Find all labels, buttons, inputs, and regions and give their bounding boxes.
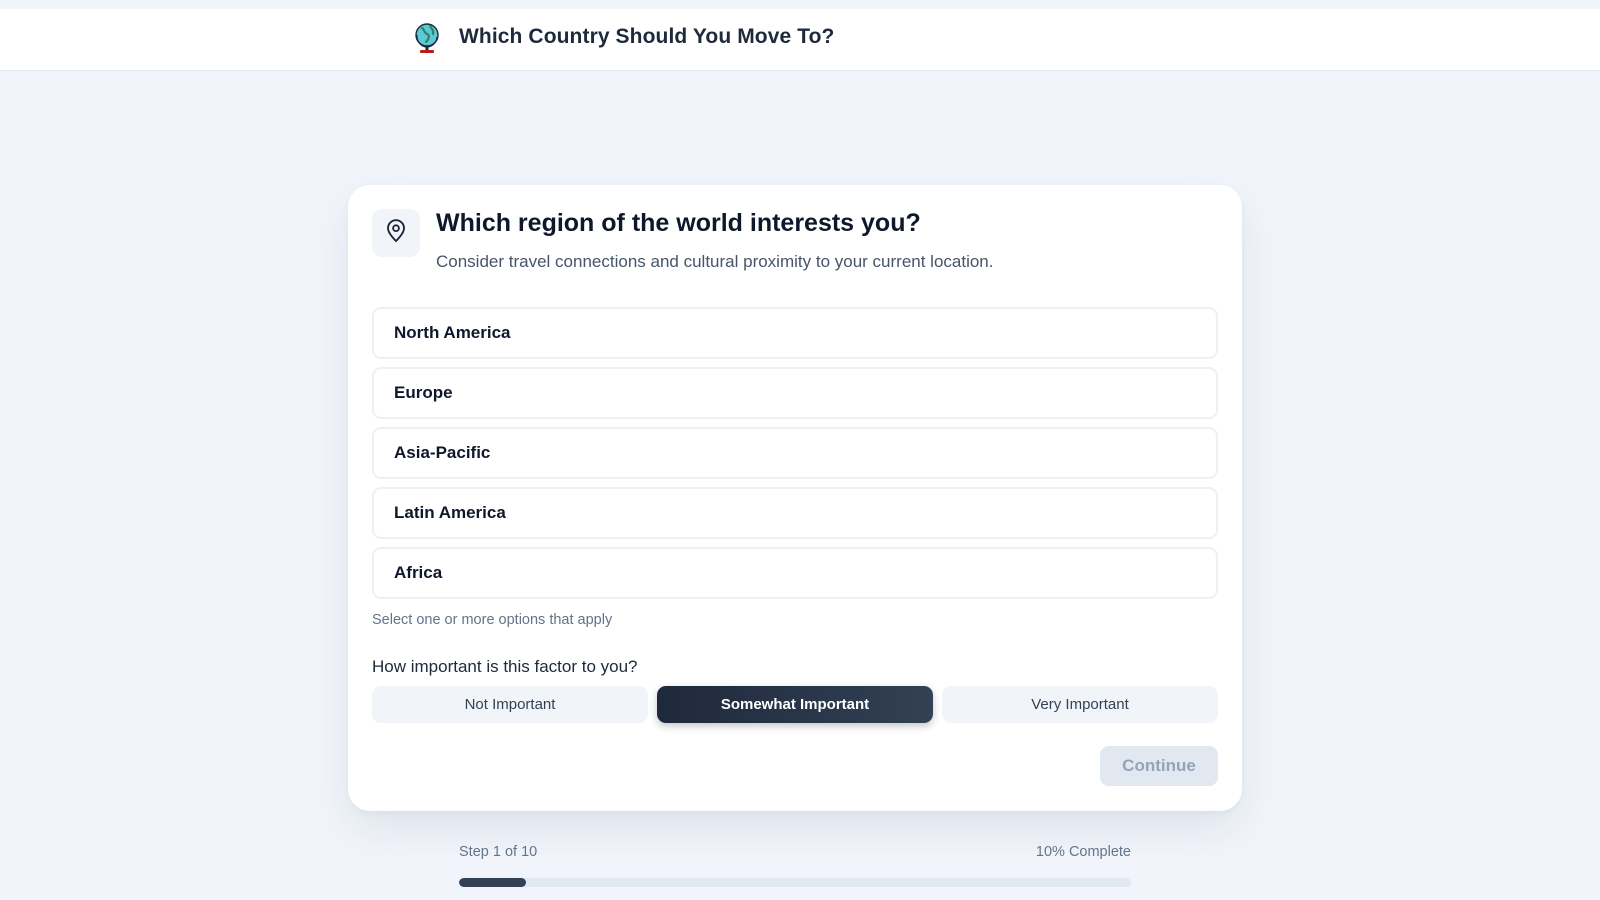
question-card: Which region of the world interests you?… [348,185,1242,811]
globe-icon [412,21,442,55]
continue-button[interactable]: Continue [1100,746,1218,786]
importance-very-important-button[interactable]: Very Important [942,686,1218,723]
option-latin-america[interactable]: Latin America [372,487,1218,539]
app-header: Which Country Should You Move To? [0,9,1600,71]
importance-selector: Not Important Somewhat Important Very Im… [372,686,1218,723]
option-asia-pacific[interactable]: Asia-Pacific [372,427,1218,479]
top-strip [0,0,1600,9]
importance-not-important-button[interactable]: Not Important [372,686,648,723]
option-europe[interactable]: Europe [372,367,1218,419]
map-pin-icon [385,218,407,248]
option-label: Asia-Pacific [394,443,491,462]
question-subtitle: Consider travel connections and cultural… [436,252,994,271]
option-label: Africa [394,563,443,582]
option-north-america[interactable]: North America [372,307,1218,359]
helper-text: Select one or more options that apply [372,612,613,628]
importance-question: How important is this factor to you? [372,657,638,676]
progress-bar-fill [459,878,527,887]
option-label: Latin America [394,503,506,522]
option-label: North America [394,323,511,342]
progress-meta: Step 1 of 10 10% Complete [459,844,1131,860]
question-title: Which region of the world interests you? [436,209,921,237]
app-title: Which Country Should You Move To? [459,25,835,48]
option-africa[interactable]: Africa [372,547,1218,599]
step-label: Step 1 of 10 [459,844,538,860]
region-options: North America Europe Asia-Pacific Latin … [372,307,1218,607]
progress-bar [459,878,1131,887]
percent-complete-label: 10% Complete [1035,844,1131,860]
option-label: Europe [394,383,453,402]
importance-somewhat-important-button[interactable]: Somewhat Important [657,686,933,723]
question-icon-box [372,209,420,257]
